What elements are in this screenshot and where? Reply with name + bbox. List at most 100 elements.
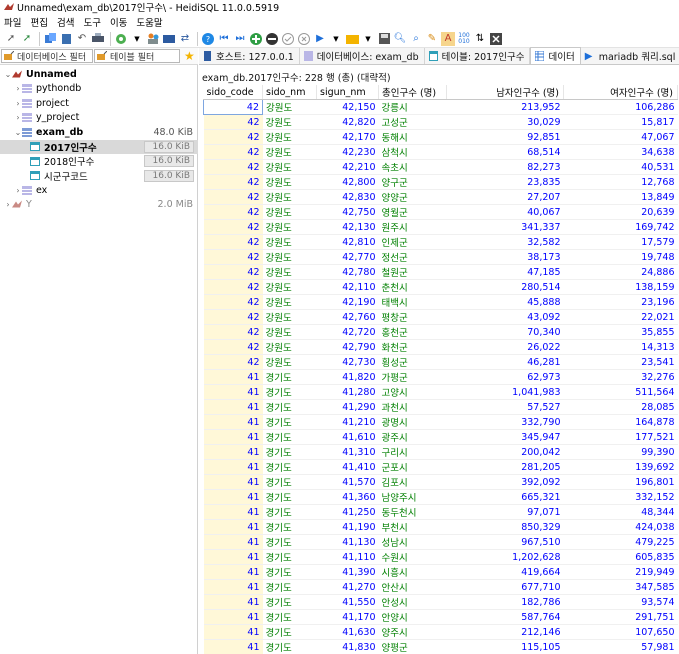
tree-node-database[interactable]: › pythondb: [0, 82, 198, 97]
table-row[interactable]: 42 강원도 42,820 고성군 30,029 15,817: [203, 114, 678, 130]
table-cell[interactable]: 안양시: [378, 609, 447, 625]
table-cell[interactable]: 48,344: [563, 504, 678, 520]
table-cell[interactable]: 41: [203, 549, 263, 565]
table-cell[interactable]: 김포시: [378, 474, 447, 490]
table-cell[interactable]: 42,110: [316, 279, 379, 295]
undo-icon[interactable]: ↶: [75, 32, 89, 46]
table-cell[interactable]: 인제군: [378, 234, 447, 250]
table-cell[interactable]: 115,105: [446, 639, 564, 654]
database-filter-input[interactable]: 데이터베이스 필터: [1, 49, 93, 63]
table-cell[interactable]: 41,830: [316, 639, 379, 654]
table-cell[interactable]: 40,067: [446, 204, 564, 220]
tab-host[interactable]: 호스트: 127.0.0.1: [199, 48, 300, 64]
table-cell[interactable]: 42: [203, 204, 263, 220]
table-cell[interactable]: 42,800: [316, 174, 379, 190]
tab-database[interactable]: 데이터베이스: exam_db: [300, 48, 425, 64]
table-cell[interactable]: 196,801: [563, 474, 678, 490]
run-icon[interactable]: ▶: [313, 32, 327, 46]
table-row[interactable]: 41 경기도 41,630 양주시 212,146 107,650: [203, 624, 678, 640]
menu-go[interactable]: 이동: [110, 15, 127, 29]
table-cell[interactable]: 41: [203, 384, 263, 400]
table-cell[interactable]: 강원도: [262, 219, 317, 235]
table-cell[interactable]: 수원시: [378, 549, 447, 565]
table-cell[interactable]: 구리시: [378, 444, 447, 460]
table-cell[interactable]: 41: [203, 504, 263, 520]
user-manager-icon[interactable]: [146, 32, 160, 46]
table-cell[interactable]: 남양주시: [378, 489, 447, 505]
table-cell[interactable]: 41,170: [316, 609, 379, 625]
menu-file[interactable]: 파일: [4, 15, 21, 29]
table-cell[interactable]: 41,250: [316, 504, 379, 520]
chevron-down-icon[interactable]: ⌄: [14, 128, 22, 137]
table-cell[interactable]: 경기도: [262, 609, 317, 625]
table-cell[interactable]: 20,639: [563, 204, 678, 220]
table-cell[interactable]: 164,878: [563, 414, 678, 430]
table-cell[interactable]: 42: [203, 264, 263, 280]
table-cell[interactable]: 강원도: [262, 324, 317, 340]
table-cell[interactable]: 511,564: [563, 384, 678, 400]
table-cell[interactable]: 345,947: [446, 429, 564, 445]
table-row[interactable]: 41 경기도 41,830 양평군 115,105 57,981: [203, 639, 678, 654]
table-cell[interactable]: 15,817: [563, 114, 678, 130]
tree-node-table[interactable]: 시군구코드 16.0 KiB: [0, 169, 198, 184]
table-cell[interactable]: 291,751: [563, 609, 678, 625]
table-cell[interactable]: 13,849: [563, 189, 678, 205]
table-cell[interactable]: 280,514: [446, 279, 564, 295]
table-cell[interactable]: 41: [203, 399, 263, 415]
table-cell[interactable]: 42: [203, 324, 263, 340]
table-cell[interactable]: 경기도: [262, 564, 317, 580]
table-row[interactable]: 42 강원도 42,760 평창군 43,092 22,021: [203, 309, 678, 325]
table-cell[interactable]: 850,329: [446, 519, 564, 535]
close-tab-icon[interactable]: [489, 32, 503, 46]
table-cell[interactable]: 42,830: [316, 189, 379, 205]
table-cell[interactable]: 가평군: [378, 369, 447, 385]
table-cell[interactable]: 42,790: [316, 339, 379, 355]
table-cell[interactable]: 22,021: [563, 309, 678, 325]
maintenance-icon[interactable]: [162, 32, 176, 46]
table-row[interactable]: 41 경기도 41,570 김포시 392,092 196,801: [203, 474, 678, 490]
column-header[interactable]: 총인구수 (명): [378, 85, 447, 100]
table-cell[interactable]: 철원군: [378, 264, 447, 280]
table-cell[interactable]: 경기도: [262, 369, 317, 385]
table-cell[interactable]: 967,510: [446, 534, 564, 550]
table-row[interactable]: 42 강원도 42,110 춘천시 280,514 138,159: [203, 279, 678, 295]
table-cell[interactable]: 41: [203, 564, 263, 580]
table-cell[interactable]: 동두천시: [378, 504, 447, 520]
chevron-right-icon[interactable]: ›: [14, 186, 22, 195]
table-cell[interactable]: 424,038: [563, 519, 678, 535]
table-cell[interactable]: 41: [203, 459, 263, 475]
table-cell[interactable]: 경기도: [262, 399, 317, 415]
table-cell[interactable]: 41,310: [316, 444, 379, 460]
table-cell[interactable]: 392,092: [446, 474, 564, 490]
table-cell[interactable]: 41: [203, 444, 263, 460]
table-row[interactable]: 42 강원도 42,230 삼척시 68,514 34,638: [203, 144, 678, 160]
table-cell[interactable]: 경기도: [262, 624, 317, 640]
filter-icon[interactable]: A: [441, 31, 455, 46]
delete-row-icon[interactable]: [265, 32, 279, 46]
table-cell[interactable]: 57,527: [446, 399, 564, 415]
folder-icon[interactable]: [345, 32, 359, 46]
table-row[interactable]: 42 강원도 42,170 동해시 92,851 47,067: [203, 129, 678, 145]
table-cell[interactable]: 강원도: [262, 354, 317, 370]
table-cell[interactable]: 41: [203, 414, 263, 430]
table-cell[interactable]: 양평군: [378, 639, 447, 654]
table-cell[interactable]: 강릉시: [378, 99, 447, 115]
table-cell[interactable]: 동해시: [378, 129, 447, 145]
table-cell[interactable]: 107,650: [563, 624, 678, 640]
table-cell[interactable]: 41: [203, 534, 263, 550]
table-cell[interactable]: 경기도: [262, 474, 317, 490]
table-cell[interactable]: 42: [203, 99, 263, 115]
table-cell[interactable]: 23,835: [446, 174, 564, 190]
table-cell[interactable]: 19,748: [563, 249, 678, 265]
table-cell[interactable]: 횡성군: [378, 354, 447, 370]
table-cell[interactable]: 안산시: [378, 579, 447, 595]
table-row[interactable]: 41 경기도 41,210 광명시 332,790 164,878: [203, 414, 678, 430]
table-cell[interactable]: 태백시: [378, 294, 447, 310]
table-cell[interactable]: 광명시: [378, 414, 447, 430]
menu-search[interactable]: 검색: [57, 15, 74, 29]
table-cell[interactable]: 강원도: [262, 264, 317, 280]
insert-row-icon[interactable]: [249, 32, 263, 46]
table-cell[interactable]: 41,570: [316, 474, 379, 490]
table-cell[interactable]: 42,780: [316, 264, 379, 280]
table-cell[interactable]: 17,579: [563, 234, 678, 250]
